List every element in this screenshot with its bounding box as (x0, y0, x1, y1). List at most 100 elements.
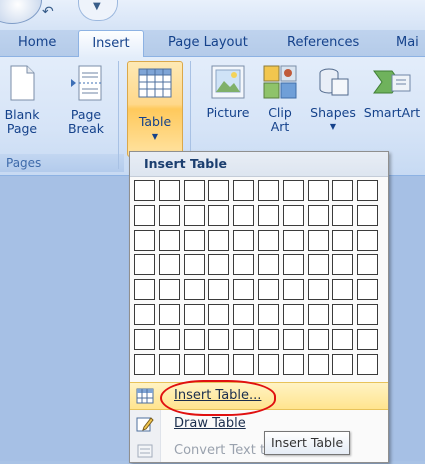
shapes-button[interactable]: Shapes ▼ (306, 65, 360, 134)
grid-cell[interactable] (258, 328, 279, 350)
office-button[interactable] (0, 0, 42, 24)
grid-cell[interactable] (307, 304, 329, 325)
grid-cell[interactable] (233, 304, 255, 325)
grid-cell[interactable] (134, 353, 155, 375)
grid-cell[interactable] (158, 180, 180, 201)
grid-cell[interactable] (208, 229, 230, 251)
grid-cell[interactable] (357, 304, 379, 325)
grid-cell[interactable] (134, 254, 155, 276)
clip-art-button[interactable]: Clip Art (260, 65, 300, 134)
tab-mailings[interactable]: Mai (396, 30, 419, 56)
grid-cell[interactable] (282, 328, 304, 350)
grid-cell[interactable] (158, 304, 180, 325)
grid-cell[interactable] (183, 180, 205, 201)
grid-cell[interactable] (282, 180, 304, 201)
grid-cell[interactable] (208, 328, 230, 350)
picture-button[interactable]: Picture (200, 65, 256, 120)
grid-cell[interactable] (233, 204, 255, 226)
qat-customize[interactable]: ▼ (78, 0, 118, 21)
grid-cell[interactable] (183, 229, 205, 251)
grid-cell[interactable] (282, 279, 304, 301)
grid-cell[interactable] (332, 254, 354, 276)
grid-cell[interactable] (258, 353, 279, 375)
grid-cell[interactable] (357, 254, 379, 276)
grid-cell[interactable] (282, 229, 304, 251)
grid-cell[interactable] (158, 328, 180, 350)
grid-cell[interactable] (332, 304, 354, 325)
grid-cell[interactable] (183, 254, 205, 276)
grid-cell[interactable] (208, 254, 230, 276)
grid-cell[interactable] (357, 279, 379, 301)
smartart-icon (373, 70, 411, 94)
grid-cell[interactable] (233, 229, 255, 251)
tab-page-layout[interactable]: Page Layout (168, 30, 248, 56)
grid-cell[interactable] (307, 328, 329, 350)
grid-cell[interactable] (307, 204, 329, 226)
grid-cell[interactable] (208, 204, 230, 226)
grid-cell[interactable] (134, 204, 155, 226)
smartart-button[interactable]: SmartArt (360, 65, 424, 120)
grid-cell[interactable] (332, 229, 354, 251)
tab-home[interactable]: Home (18, 30, 56, 56)
grid-cell[interactable] (233, 180, 255, 201)
blank-page-button[interactable]: Blank Page (2, 65, 42, 136)
grid-cell[interactable] (183, 328, 205, 350)
grid-cell[interactable] (134, 279, 155, 301)
grid-cell[interactable] (258, 254, 279, 276)
grid-cell[interactable] (282, 353, 304, 375)
tab-insert[interactable]: Insert (78, 30, 144, 58)
grid-cell[interactable] (134, 229, 155, 251)
grid-cell[interactable] (258, 204, 279, 226)
grid-cell[interactable] (134, 180, 155, 201)
grid-cell[interactable] (158, 204, 180, 226)
grid-cell[interactable] (357, 328, 379, 350)
grid-cell[interactable] (332, 180, 354, 201)
grid-cell[interactable] (183, 304, 205, 325)
grid-cell[interactable] (357, 353, 379, 375)
grid-cell[interactable] (208, 180, 230, 201)
grid-cell[interactable] (282, 254, 304, 276)
blank-page-label-1: Blank (4, 107, 40, 122)
grid-cell[interactable] (307, 180, 329, 201)
grid-cell[interactable] (357, 204, 379, 226)
grid-cell[interactable] (307, 254, 329, 276)
grid-cell[interactable] (233, 328, 255, 350)
grid-cell[interactable] (258, 304, 279, 325)
table-button[interactable]: Table ▼ (127, 61, 183, 157)
grid-cell[interactable] (258, 229, 279, 251)
grid-cell[interactable] (332, 204, 354, 226)
grid-cell[interactable] (183, 353, 205, 375)
grid-cell[interactable] (158, 279, 180, 301)
grid-cell[interactable] (158, 229, 180, 251)
grid-cell[interactable] (134, 328, 155, 350)
grid-cell[interactable] (233, 254, 255, 276)
grid-cell[interactable] (307, 353, 329, 375)
grid-cell[interactable] (183, 279, 205, 301)
table-label: Table (138, 114, 172, 129)
grid-cell[interactable] (233, 279, 255, 301)
grid-cell[interactable] (233, 353, 255, 375)
grid-cell[interactable] (307, 229, 329, 251)
page-break-button[interactable]: Page Break (64, 65, 108, 136)
tab-references[interactable]: References (287, 30, 359, 56)
grid-cell[interactable] (158, 353, 180, 375)
grid-cell[interactable] (158, 254, 180, 276)
grid-cell[interactable] (282, 204, 304, 226)
grid-cell[interactable] (208, 353, 230, 375)
grid-cell[interactable] (258, 180, 279, 201)
grid-cell[interactable] (282, 304, 304, 325)
picture-icon (211, 65, 245, 99)
grid-cell[interactable] (332, 279, 354, 301)
grid-cell[interactable] (208, 279, 230, 301)
grid-cell[interactable] (208, 304, 230, 325)
undo-icon[interactable]: ↶ (42, 4, 54, 20)
dropdown-arrow-icon: ▼ (329, 122, 337, 131)
grid-cell[interactable] (134, 304, 155, 325)
grid-cell[interactable] (183, 204, 205, 226)
grid-cell[interactable] (332, 353, 354, 375)
grid-cell[interactable] (332, 328, 354, 350)
grid-cell[interactable] (357, 180, 379, 201)
grid-cell[interactable] (357, 229, 379, 251)
grid-cell[interactable] (258, 279, 279, 301)
grid-cell[interactable] (307, 279, 329, 301)
